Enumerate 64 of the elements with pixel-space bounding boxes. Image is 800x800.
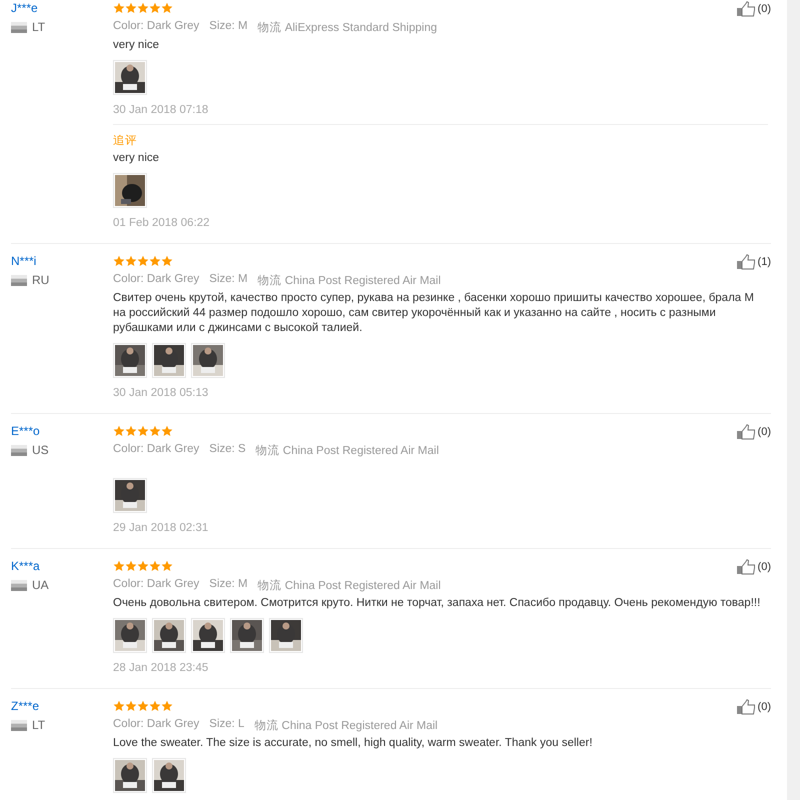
order-detail: Size: S [209,443,246,457]
review-date: 30 Jan 2018 07:18 [113,104,210,116]
user-name-link[interactable]: N***i [11,254,113,268]
country-code: RU [32,273,50,287]
order-detail: Color: Dark Grey [113,273,200,287]
photo-thumbnail[interactable] [191,343,225,378]
order-detail: 物流 China Post Registered Air Mail [256,443,439,458]
photo-thumbnail[interactable] [113,758,147,793]
like-button[interactable]: (0) [736,1,771,17]
photo-thumbnail[interactable] [152,758,186,793]
photo-thumbnail[interactable] [113,618,147,653]
like-button[interactable]: (1) [736,254,771,270]
order-detail: Size: M [209,273,248,287]
review-text: very nice [113,38,160,53]
review-date: 28 Jan 2018 23:45 [113,662,210,674]
order-detail: 物流 China Post Registered Air Mail [258,273,441,288]
flag-icon [11,720,27,730]
photo-thumbnail[interactable] [152,618,186,653]
flag-icon [11,274,27,286]
thumbs-up-icon [736,699,756,715]
photo-thumbnail[interactable] [113,173,147,208]
country-code: US [32,443,49,457]
country-code: LT [32,20,46,34]
flag-icon [11,444,27,456]
thumbs-up-icon [736,424,756,440]
order-detail: Size: L [209,718,244,732]
like-button[interactable]: (0) [736,559,771,575]
order-detail: 物流 China Post Registered Air Mail [254,718,438,733]
photo-thumbnail[interactable] [113,478,147,513]
country-code: UA [32,578,49,592]
review-date: 29 Jan 2018 02:31 [113,522,210,534]
user-name-link[interactable]: Z***e [11,699,113,713]
review-text: Love the sweater. The size is accurate, no smell, high quality, warm sweater. Thank you seller! [113,736,594,751]
order-detail: Size: M [209,578,248,592]
thumbs-up-icon [736,1,756,17]
flag-icon [11,22,27,32]
follow-up-label: 追评 [113,134,138,148]
order-detail: Color: Dark Grey [113,718,200,732]
thumbs-up-icon [736,254,756,270]
review-date: 30 Jan 2018 05:13 [113,387,210,399]
thumbs-up-icon [736,559,756,575]
flag-icon [11,580,27,590]
order-detail: Color: Dark Grey [113,578,200,592]
review-date: 01 Feb 2018 06:22 [113,217,211,229]
photo-thumbnail[interactable] [113,343,147,378]
like-button[interactable]: (0) [736,699,771,715]
order-detail: Color: Dark Grey [113,443,200,457]
review-text: Очень довольна свитером. Смотрится круто. Нитки не торчат, запаха нет. Спасибо продавцу. Очень рекомендую товар!!! [113,596,762,611]
photo-thumbnail[interactable] [230,618,264,653]
order-detail: 物流 China Post Registered Air Mail [258,578,441,593]
review-text: very nice [113,151,160,166]
user-name-link[interactable]: K***a [11,559,113,573]
like-button[interactable]: (0) [736,424,771,440]
photo-thumbnail[interactable] [191,618,225,653]
photo-thumbnail[interactable] [152,343,186,378]
review-text: Свитер очень крутой, качество просто супер, рукава на резинке , басенки хорошо пришиты качество хорошее, брала М на российский 44 размер подошло хорошо, сам свитер укорочённый как и указанно на сайте , носить с разными рубашками или с джинсами с высокой талией. [113,291,755,336]
country-code: LT [32,718,46,732]
photo-thumbnail[interactable] [269,618,303,653]
photo-thumbnail[interactable] [113,60,147,95]
order-detail: Color: Dark Grey [113,20,200,34]
user-name-link[interactable]: J***e [11,1,113,15]
user-name-link[interactable]: E***o [11,424,113,438]
order-detail: 物流 AliExpress Standard Shipping [258,20,437,35]
order-detail: Size: M [209,20,248,34]
